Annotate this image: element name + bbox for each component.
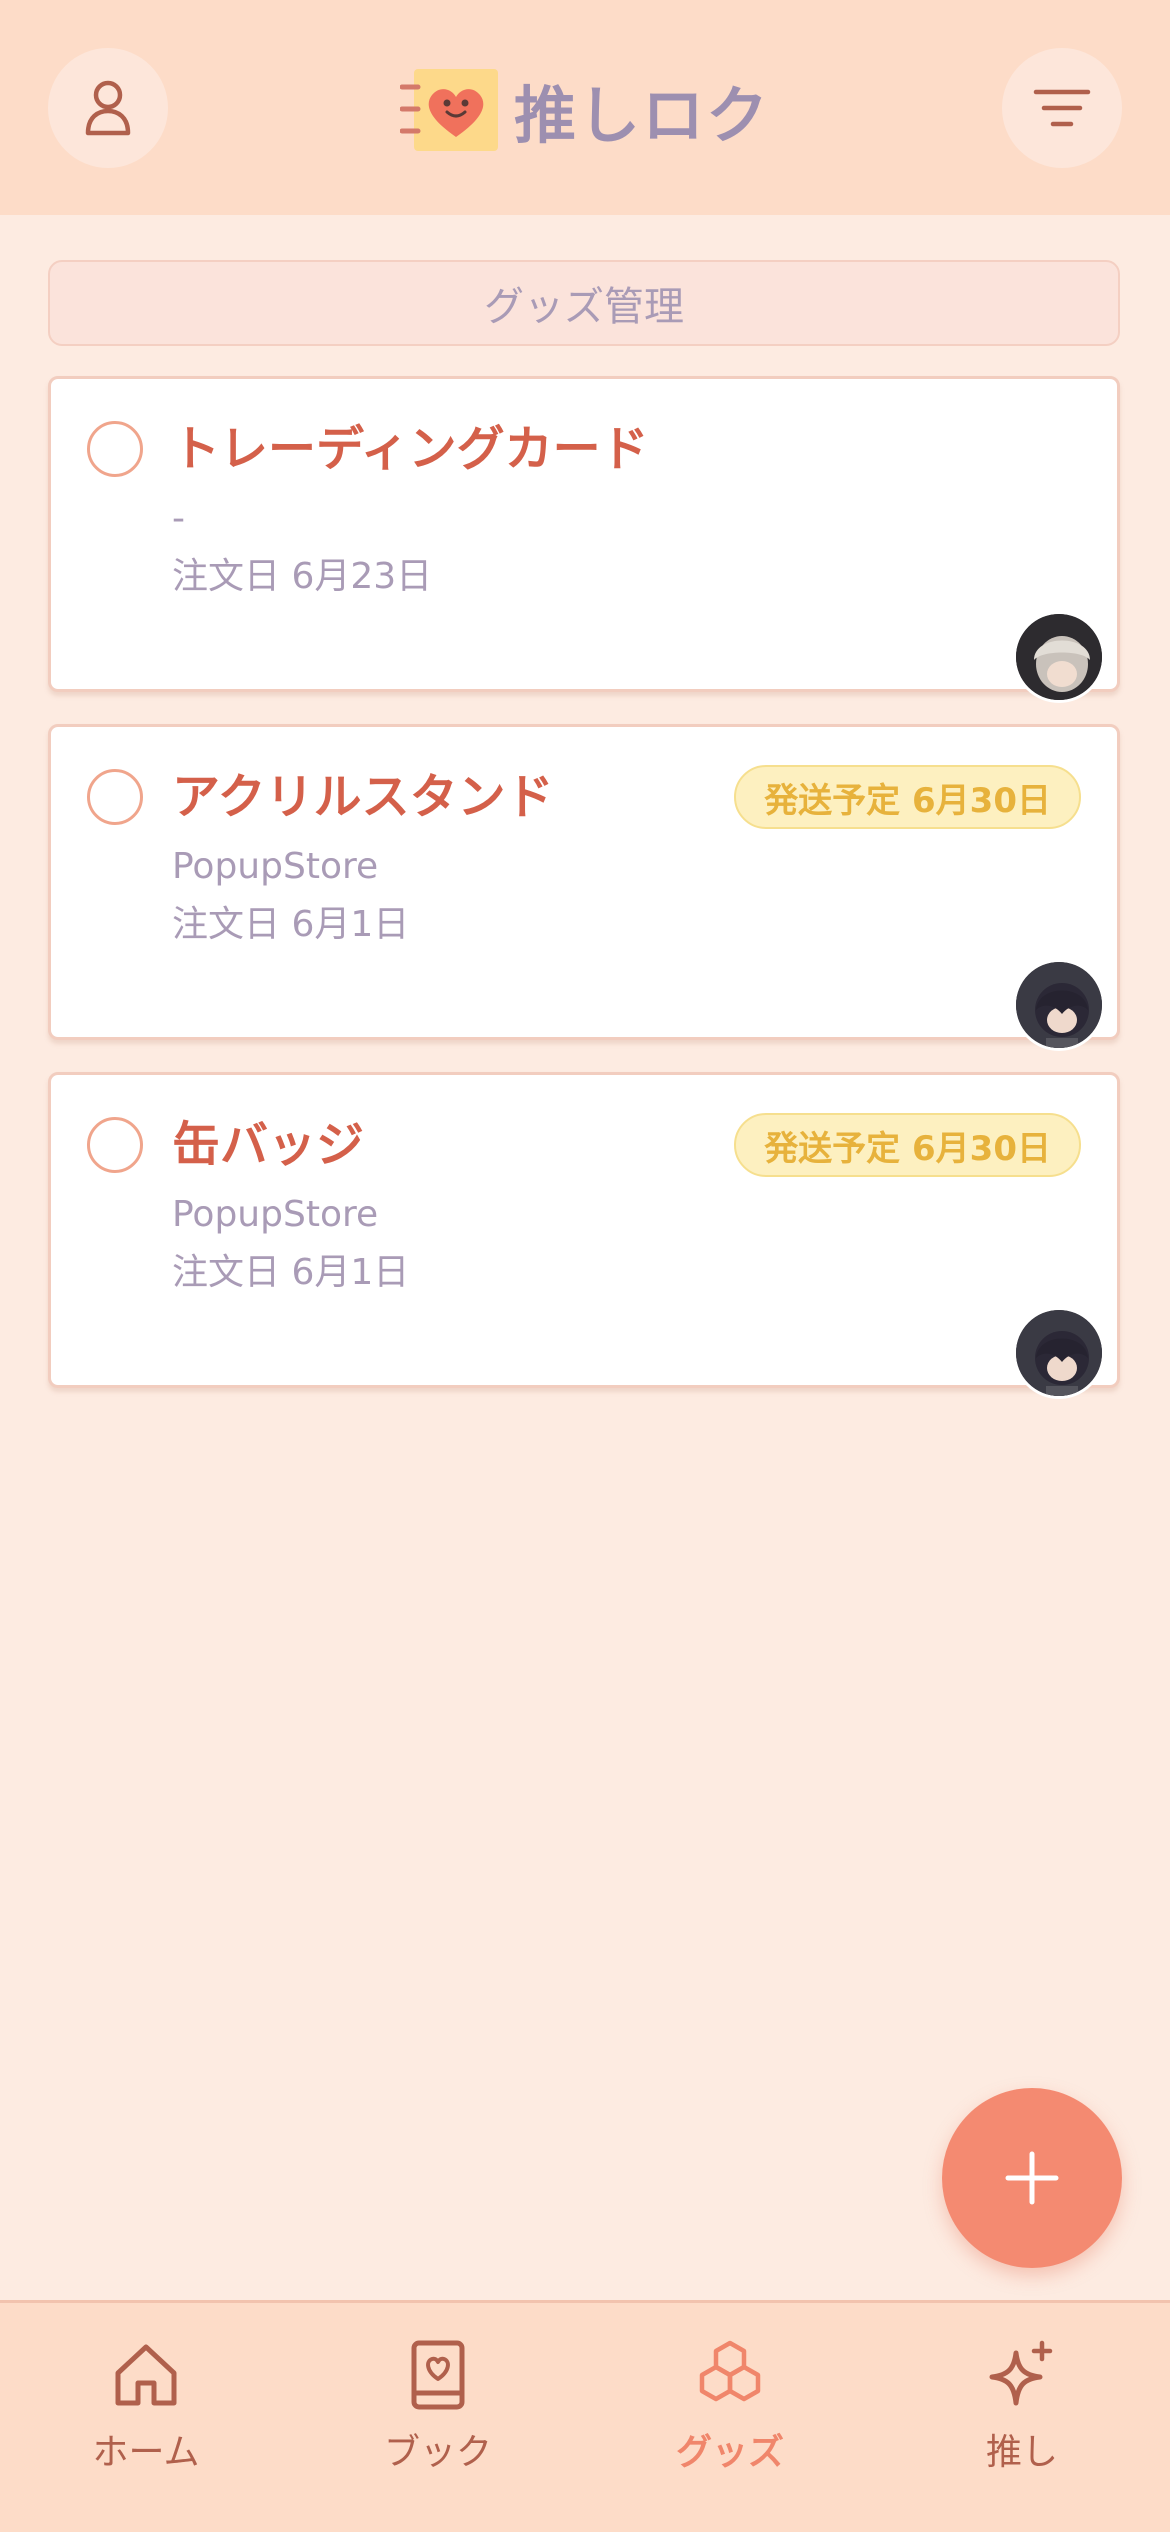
tab-label: グッズ [675, 2432, 784, 2473]
add-goods-button[interactable] [942, 2088, 1122, 2268]
oshi-avatar[interactable] [1013, 611, 1105, 703]
tab-home[interactable]: ホーム [46, 2339, 246, 2489]
book-icon [411, 2340, 465, 2410]
goods-title: アクリルスタンド [172, 769, 554, 825]
tab-goods[interactable]: グッズ [630, 2339, 830, 2489]
goods-card[interactable]: トレーディングカード - 注文日 6月23日 [48, 376, 1120, 703]
completion-checkbox[interactable] [87, 1117, 143, 1173]
home-icon [115, 2344, 177, 2406]
goods-shop: PopupStore [172, 1194, 379, 1235]
oshi-avatar[interactable] [1013, 1307, 1105, 1399]
completion-checkbox[interactable] [87, 421, 143, 477]
bottom-tab-bar: ホーム ブック グッズ 推し [0, 2300, 1170, 2532]
sparkle-icon [989, 2340, 1053, 2406]
goods-shop: - [172, 498, 185, 539]
logo-notebook-heart-icon [399, 65, 500, 155]
goods-card[interactable]: 缶バッジ 発送予定 6月30日 PopupStore 注文日 6月1日 [48, 1072, 1120, 1399]
order-date: 注文日 6月23日 [172, 556, 433, 597]
plus-icon [1005, 2151, 1059, 2205]
profile-button[interactable] [48, 48, 168, 168]
tab-label: 推し [985, 2432, 1058, 2473]
goods-shop: PopupStore [172, 846, 379, 887]
section-title: グッズ管理 [48, 260, 1120, 346]
tab-oshi[interactable]: 推し [922, 2339, 1122, 2489]
cubes-icon [699, 2340, 761, 2402]
oshi-avatar[interactable] [1013, 959, 1105, 1051]
filter-icon [1033, 89, 1091, 127]
shipping-badge: 発送予定 6月30日 [734, 1113, 1081, 1177]
completion-checkbox[interactable] [87, 769, 143, 825]
person-icon [85, 80, 131, 136]
tab-label: ブック [383, 2432, 492, 2473]
app-header: 推しロク [0, 0, 1170, 215]
shipping-badge: 発送予定 6月30日 [734, 765, 1081, 829]
order-date: 注文日 6月1日 [172, 1252, 410, 1293]
goods-title: 缶バッジ [172, 1117, 365, 1173]
filter-button[interactable] [1002, 48, 1122, 168]
goods-card[interactable]: アクリルスタンド 発送予定 6月30日 PopupStore 注文日 6月1日 [48, 724, 1120, 1051]
app-name: 推しロク [514, 78, 771, 152]
goods-title: トレーディングカード [172, 421, 649, 477]
tab-label: ホーム [92, 2432, 200, 2473]
tab-book[interactable]: ブック [338, 2339, 538, 2489]
app-logo: 推しロク [399, 62, 771, 157]
order-date: 注文日 6月1日 [172, 904, 410, 945]
